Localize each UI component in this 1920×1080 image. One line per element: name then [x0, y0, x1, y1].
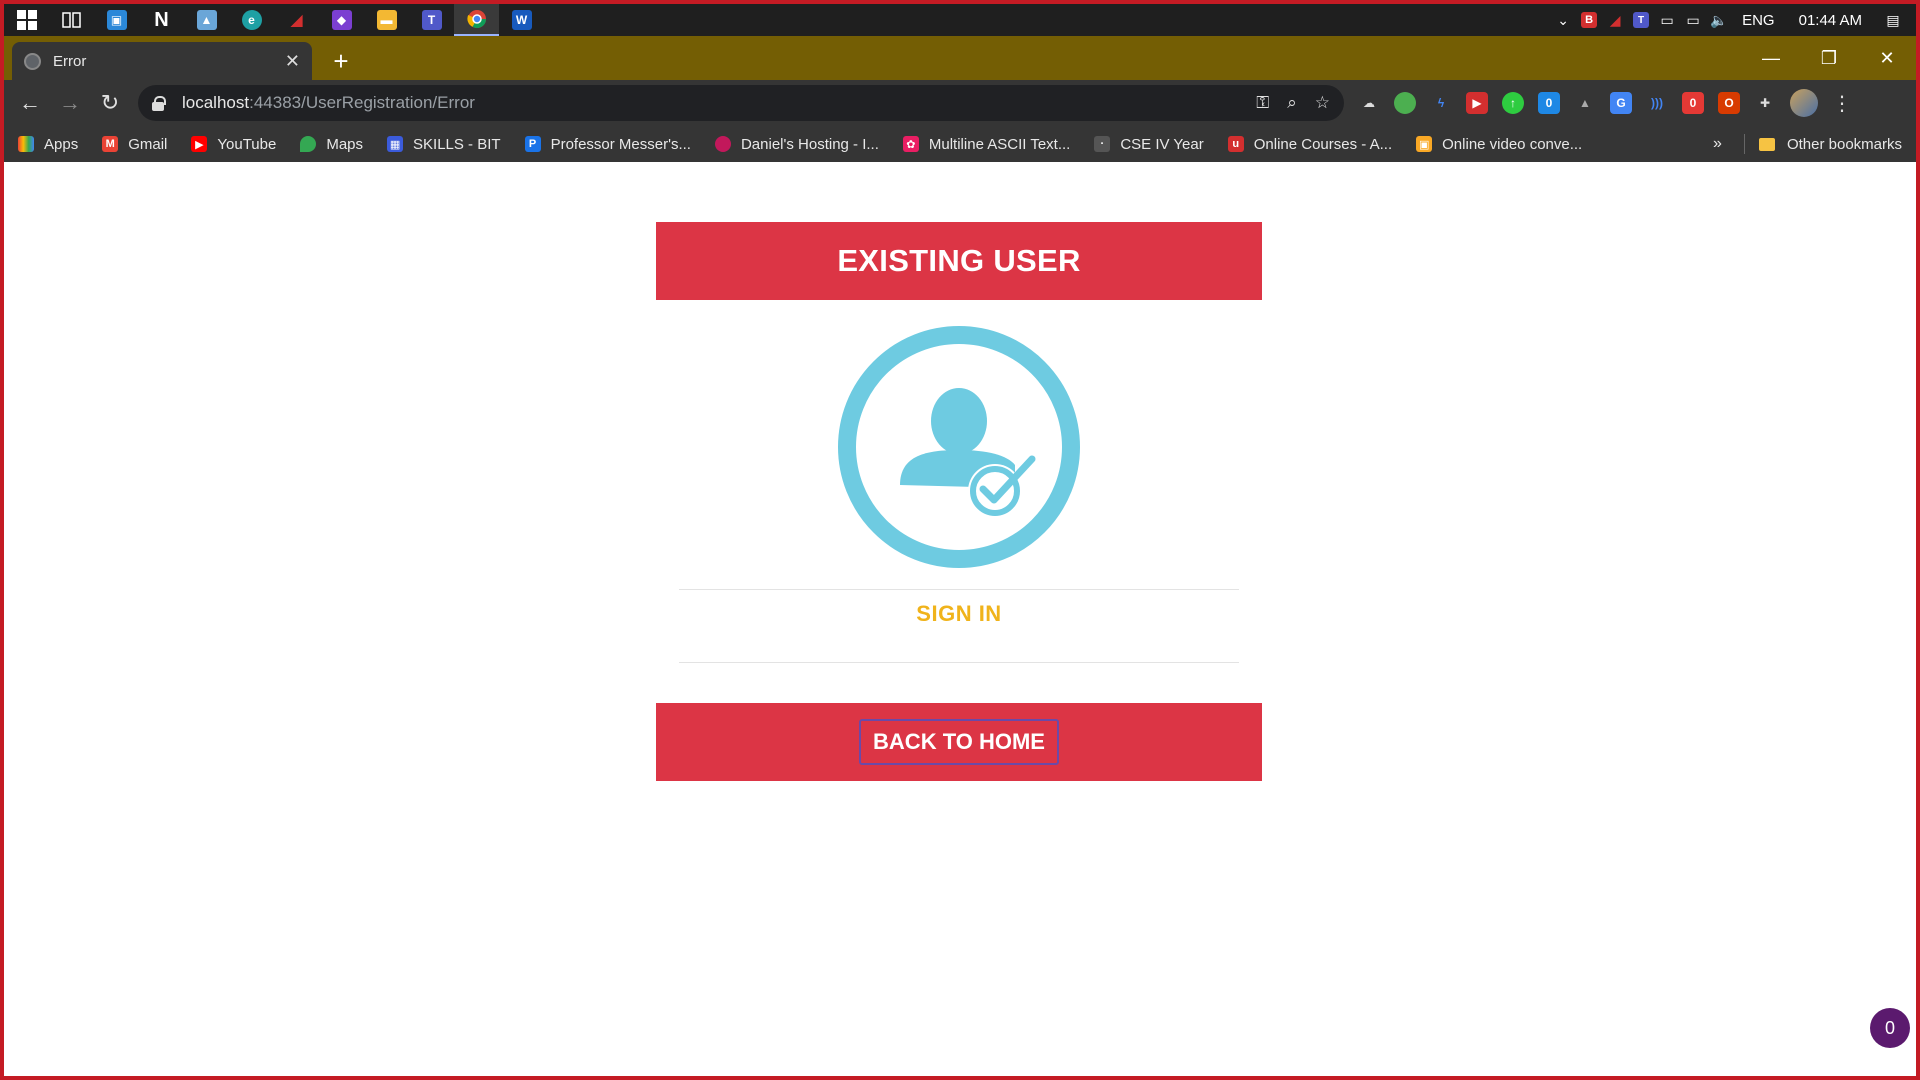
google-translate-icon[interactable]: G — [1610, 92, 1632, 114]
photos-icon[interactable]: ▲ — [184, 4, 229, 36]
bookmark-separator — [1743, 134, 1745, 154]
close-tab-icon[interactable]: ✕ — [285, 51, 300, 72]
screen-frame: ▣ N ▲ e ◢ ◆ ▬ T W ⌄ B ◢ T ▭ ▭ 🔈 ENG 01:4… — [4, 4, 1916, 1076]
courses-icon: u — [1227, 136, 1244, 152]
battery-icon[interactable]: ▭ — [1654, 4, 1680, 36]
chrome-icon[interactable] — [454, 4, 499, 36]
minimize-icon[interactable]: — — [1742, 36, 1800, 80]
bookmark-online-courses[interactable]: u Online Courses - A... — [1227, 136, 1392, 153]
gmail-icon: M — [102, 136, 119, 152]
ftp-icon[interactable]: ◢ — [274, 4, 319, 36]
user-check-icon — [838, 326, 1080, 568]
bookmark-professor-messer[interactable]: P Professor Messer's... — [524, 136, 691, 153]
language-indicator[interactable]: ENG — [1732, 12, 1785, 29]
teams-icon[interactable]: T — [409, 4, 454, 36]
back-arrow-icon[interactable]: ← — [10, 83, 50, 123]
tab-error[interactable]: Error ✕ — [12, 42, 312, 80]
close-window-icon[interactable]: ✕ — [1858, 36, 1916, 80]
extension-green-icon[interactable]: ↑ — [1502, 92, 1524, 114]
back-to-home-bar: BACK TO HOME — [656, 703, 1262, 781]
more-menu-icon[interactable]: ⋮ — [1832, 91, 1852, 116]
volume-icon[interactable]: 🔈 — [1706, 4, 1732, 36]
page-title: EXISTING USER — [656, 222, 1262, 300]
bookmark-daniels-hosting[interactable]: Daniel's Hosting - I... — [714, 136, 879, 153]
office-icon[interactable]: O — [1718, 92, 1740, 114]
notion-icon[interactable]: N — [139, 4, 184, 36]
page-content: EXISTING USER SIGN IN BACK TO HOME 0 — [4, 162, 1916, 1076]
more-bookmarks-icon[interactable]: » — [1713, 135, 1722, 153]
apps-grid-icon — [18, 136, 34, 152]
back-to-home-button[interactable]: BACK TO HOME — [859, 719, 1059, 765]
windows-start-icon[interactable] — [4, 4, 49, 36]
word-icon[interactable]: W — [499, 4, 544, 36]
teams-tray-icon[interactable]: T — [1628, 4, 1654, 36]
app-tray-icon[interactable]: B — [1576, 4, 1602, 36]
ftp-tray-icon[interactable]: ◢ — [1602, 4, 1628, 36]
extension-blue-icon[interactable]: 0 — [1538, 92, 1560, 114]
raspberry-icon — [714, 136, 731, 152]
extension-bolt-icon[interactable]: ϟ — [1430, 92, 1452, 114]
puzzle-icon[interactable]: ✚ — [1754, 92, 1776, 114]
skills-icon: ▦ — [387, 136, 404, 152]
globe-icon — [24, 52, 41, 70]
folder-icon — [1758, 137, 1775, 151]
tab-title: Error — [53, 52, 87, 70]
new-tab-button[interactable]: + — [326, 46, 356, 76]
app-icon[interactable]: ▣ — [94, 4, 139, 36]
video-converter-icon: ▣ — [1416, 136, 1433, 152]
zoom-icon[interactable]: ⌕ — [1287, 93, 1297, 113]
clock[interactable]: 01:44 AM — [1785, 12, 1880, 29]
star-icon[interactable]: ☆ — [1315, 93, 1330, 113]
youtube-icon: ▶ — [191, 136, 208, 152]
chat-badge[interactable]: 0 — [1870, 1008, 1910, 1048]
window-controls: — ❐ ✕ — [1742, 36, 1916, 80]
maps-pin-icon — [300, 136, 317, 152]
system-tray: ⌄ B ◢ T ▭ ▭ 🔈 ENG 01:44 AM ▤ — [1550, 4, 1916, 36]
extension-badge-icon[interactable]: 0 — [1682, 92, 1704, 114]
professor-messer-icon: P — [524, 136, 541, 152]
extension-icon[interactable] — [1394, 92, 1416, 114]
avatar[interactable] — [1790, 89, 1818, 117]
browser-toolbar: ← → ↻ localhost:44383/UserRegistration/E… — [4, 80, 1916, 126]
file-explorer-icon[interactable]: ▬ — [364, 4, 409, 36]
url-path: :44383/UserRegistration/Error — [249, 93, 475, 112]
bookmark-cse-iv-year[interactable]: · CSE IV Year — [1094, 136, 1204, 153]
windows-taskbar: ▣ N ▲ e ◢ ◆ ▬ T W ⌄ B ◢ T ▭ ▭ 🔈 ENG 01:4… — [4, 4, 1916, 36]
bookmark-skills-bit[interactable]: ▦ SKILLS - BIT — [387, 136, 501, 153]
reload-icon[interactable]: ↻ — [90, 83, 130, 123]
bookmark-video-converter[interactable]: ▣ Online video conve... — [1416, 136, 1582, 153]
divider-bottom — [679, 662, 1239, 663]
bookmark-apps[interactable]: Apps — [18, 136, 78, 153]
task-view-icon[interactable] — [49, 4, 94, 36]
address-bar[interactable]: localhost:44383/UserRegistration/Error ⚿… — [138, 85, 1344, 121]
extension-wave-icon[interactable]: ))) — [1646, 92, 1668, 114]
notifications-icon[interactable]: ▤ — [1880, 4, 1906, 36]
chevron-up-icon[interactable]: ⌄ — [1550, 4, 1576, 36]
bookmark-maps[interactable]: Maps — [300, 136, 363, 153]
extension-cloud-icon[interactable]: ☁ — [1358, 92, 1380, 114]
bookmark-youtube[interactable]: ▶ YouTube — [191, 136, 276, 153]
lock-icon[interactable] — [152, 96, 166, 111]
extensions-area: ☁ ϟ ▶ ↑ 0 ▲ G ))) 0 O ✚ ⋮ — [1358, 89, 1852, 117]
bookmarks-bar: Apps M Gmail ▶ YouTube Maps ▦ SKILLS - B… — [4, 126, 1916, 162]
bookmark-gmail[interactable]: M Gmail — [102, 136, 167, 153]
restore-icon[interactable]: ❐ — [1800, 36, 1858, 80]
key-icon[interactable]: ⚿ — [1256, 93, 1269, 113]
network-icon[interactable]: ▭ — [1680, 4, 1706, 36]
divider-top — [679, 589, 1239, 590]
sign-in-link[interactable]: SIGN IN — [679, 592, 1239, 636]
other-bookmarks[interactable]: Other bookmarks — [1758, 136, 1902, 153]
bookmark-ascii-text[interactable]: ✿ Multiline ASCII Text... — [902, 136, 1070, 153]
edge-icon[interactable]: e — [229, 4, 274, 36]
visual-studio-icon[interactable]: ◆ — [319, 4, 364, 36]
ascii-icon: ✿ — [902, 136, 919, 152]
forward-arrow-icon[interactable]: → — [50, 83, 90, 123]
google-drive-icon[interactable]: ▲ — [1574, 92, 1596, 114]
tab-strip: Error ✕ + — ❐ ✕ — [4, 36, 1916, 80]
extension-red-icon[interactable]: ▶ — [1466, 92, 1488, 114]
url-host: localhost — [182, 93, 250, 112]
cse-icon: · — [1094, 136, 1111, 152]
